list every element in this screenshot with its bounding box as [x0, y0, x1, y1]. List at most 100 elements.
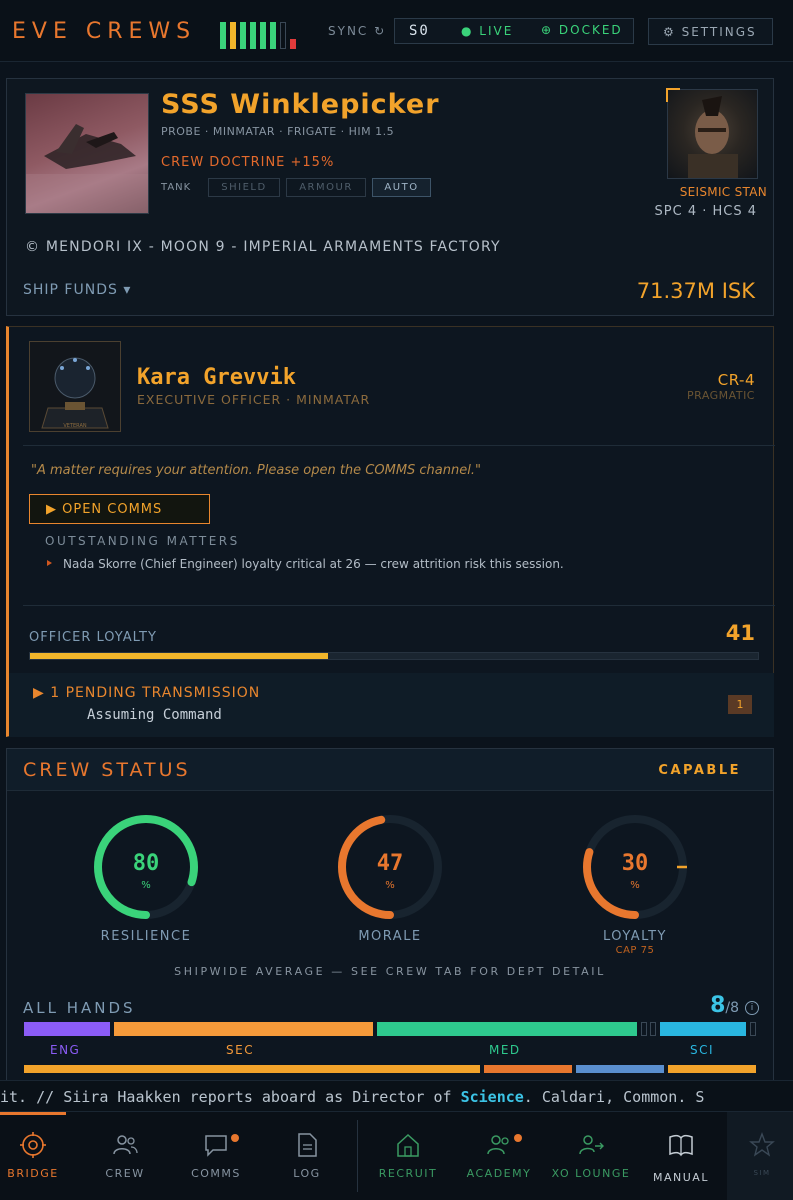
hands-current: 8	[710, 993, 726, 1018]
notification-dot	[514, 1134, 522, 1142]
tank-label: TANK	[161, 182, 192, 193]
sub-bar	[668, 1065, 756, 1073]
resilience-value: 80	[132, 851, 160, 876]
signal-bar	[240, 22, 246, 49]
pending-transmission-row[interactable]: ▶ 1 PENDING TRANSMISSION Assuming Comman…	[9, 673, 774, 737]
loyalty-gauge: 30 %	[579, 811, 691, 923]
signal-bar	[250, 22, 256, 49]
sync-status-box: S0 ● LIVE ⊕ DOCKED	[394, 18, 634, 44]
signal-bar	[270, 22, 276, 49]
hands-total: /8	[725, 1000, 739, 1016]
dept-bar-sci[interactable]	[660, 1022, 746, 1036]
nav-recruit[interactable]: RECRUIT	[375, 1112, 441, 1200]
bottom-nav: BRIDGE CREW COMMS LOG RECRUIT ACADEMY XO…	[0, 1112, 793, 1200]
officer-loyalty-label: OFFICER LOYALTY	[29, 630, 157, 645]
crew-status-panel: CREW STATUS CAPABLE 80 % RESILIENCE 47 %…	[6, 748, 774, 1088]
top-bar: EVE CREWS SYNC ↻ S0 ● LIVE ⊕ DOCKED ⚙ SE…	[0, 0, 793, 62]
ship-funds-value: 71.37M ISK	[636, 279, 755, 303]
ship-funds-toggle[interactable]: SHIP FUNDS ▾	[23, 282, 131, 298]
officer-helmet: VETERAN	[41, 357, 109, 429]
officer-loyalty-value: 41	[725, 621, 755, 645]
info-icon[interactable]: i	[745, 1001, 759, 1015]
resilience-unit: %	[141, 880, 151, 891]
dept-label-med: MED	[489, 1043, 521, 1057]
officer-loyalty-fill	[30, 653, 329, 659]
officer-disposition: PRAGMATIC	[687, 389, 755, 402]
nav-separator	[357, 1120, 358, 1192]
nav-label: ACADEMY	[466, 1167, 532, 1180]
nav-comms[interactable]: COMMS	[183, 1112, 249, 1200]
nav-xo-lounge[interactable]: XO LOUNGE	[548, 1112, 634, 1200]
dept-bar-eng[interactable]	[24, 1022, 110, 1036]
dept-label-sci: SCI	[690, 1043, 715, 1057]
outstanding-matter-item: Nada Skorre (Chief Engineer) loyalty cri…	[63, 557, 564, 571]
nav-label: CREW	[105, 1167, 145, 1180]
all-hands-label: ALL HANDS	[23, 999, 136, 1017]
nav-log[interactable]: LOG	[274, 1112, 340, 1200]
sync-label[interactable]: SYNC ↻	[328, 24, 386, 38]
live-indicator: ● LIVE	[461, 24, 514, 38]
morale-gauge: 47 %	[334, 811, 446, 923]
captain-portrait[interactable]	[666, 88, 758, 179]
ticker-prefix: it. // Siira Haakken reports aboard as D…	[0, 1088, 461, 1106]
shipwide-average-note: SHIPWIDE AVERAGE — SEE CREW TAB FOR DEPT…	[174, 965, 606, 978]
pending-count-badge: 1	[728, 695, 752, 714]
nav-academy[interactable]: ACADEMY	[466, 1112, 532, 1200]
portrait-corner	[666, 88, 680, 102]
signal-bar	[280, 22, 286, 49]
portrait-caption: VETERAN	[63, 423, 86, 429]
signal-bar	[220, 22, 226, 49]
crew-status-title: CREW STATUS	[23, 759, 191, 781]
bridge-icon	[20, 1132, 46, 1158]
captain-skills: SPC 4 · HCS 4	[654, 204, 757, 219]
nav-label: SIM	[753, 1169, 771, 1177]
ship-image	[25, 93, 149, 214]
sub-bar	[484, 1065, 572, 1073]
ship-subtitle: PROBE · MINMATAR · FRIGATE · HIM 1.5	[161, 125, 395, 138]
nav-label: RECRUIT	[378, 1167, 438, 1180]
pending-transmission-title: Assuming Command	[87, 707, 222, 723]
nav-sim[interactable]: SIM	[731, 1112, 793, 1200]
morale-label: MORALE	[358, 929, 422, 944]
loyalty-value: 30	[621, 851, 649, 876]
captain-name: SEISMIC STAN	[679, 185, 767, 199]
nav-manual[interactable]: MANUAL	[648, 1112, 714, 1200]
ticker-highlight: Science	[460, 1088, 524, 1106]
gear-icon: ⚙	[663, 25, 676, 39]
ticker-text: it. // Siira Haakken reports aboard as D…	[0, 1088, 704, 1106]
tank-armour-button[interactable]: ARMOUR	[286, 178, 366, 197]
nav-label: MANUAL	[653, 1171, 709, 1184]
news-ticker: it. // Siira Haakken reports aboard as D…	[0, 1080, 793, 1112]
xo-card: VETERAN Kara Grevvik EXECUTIVE OFFICER ·…	[6, 326, 775, 737]
open-comms-button[interactable]: ▶ OPEN COMMS	[29, 494, 210, 524]
docked-indicator: ⊕ DOCKED	[541, 23, 623, 37]
divider	[23, 605, 775, 606]
settings-label: SETTINGS	[681, 25, 757, 39]
signal-bar	[230, 22, 236, 49]
tank-auto-button[interactable]: AUTO	[372, 178, 431, 197]
nav-crew[interactable]: CREW	[92, 1112, 158, 1200]
dept-bar-sec[interactable]	[114, 1022, 373, 1036]
officer-rating: CR-4	[717, 371, 755, 389]
dept-bar-gap	[750, 1022, 756, 1036]
pending-transmission-label: ▶ 1 PENDING TRANSMISSION	[33, 685, 261, 701]
tank-shield-button[interactable]: SHIELD	[208, 178, 280, 197]
nav-label: COMMS	[191, 1167, 241, 1180]
comms-icon	[205, 1135, 227, 1157]
divider	[23, 445, 775, 446]
dept-bar-gap	[650, 1022, 656, 1036]
settings-button[interactable]: ⚙ SETTINGS	[648, 18, 773, 45]
loyalty-cap: CAP 75	[615, 945, 655, 956]
loyalty-unit: %	[630, 880, 640, 891]
signal-bar	[260, 22, 266, 49]
dept-bar-med[interactable]	[377, 1022, 637, 1036]
nav-label: XO LOUNGE	[551, 1167, 631, 1180]
recruit-icon	[397, 1133, 419, 1157]
nav-bridge[interactable]: BRIDGE	[0, 1112, 66, 1200]
captain-face	[688, 96, 738, 178]
officer-role: EXECUTIVE OFFICER · MINMATAR	[137, 392, 371, 407]
officer-portrait[interactable]: VETERAN	[29, 341, 121, 432]
crew-status-rating: CAPABLE	[658, 763, 741, 778]
nav-label: BRIDGE	[7, 1167, 59, 1180]
morale-unit: %	[385, 880, 395, 891]
